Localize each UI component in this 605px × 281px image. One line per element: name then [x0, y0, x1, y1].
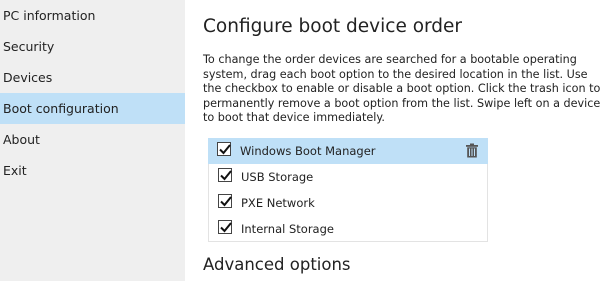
sidebar: PC information Security Devices Boot con…: [0, 0, 185, 281]
sidebar-item-devices[interactable]: Devices: [0, 62, 185, 93]
boot-option-checkbox[interactable]: [217, 142, 231, 156]
boot-option-pxe-network[interactable]: PXE Network: [208, 190, 488, 216]
sidebar-item-boot-configuration[interactable]: Boot configuration: [0, 93, 185, 124]
sidebar-item-security[interactable]: Security: [0, 31, 185, 62]
sidebar-item-pc-information[interactable]: PC information: [0, 0, 185, 31]
boot-option-label: Internal Storage: [241, 222, 334, 236]
boot-option-checkbox[interactable]: [218, 168, 232, 182]
check-icon: [220, 196, 232, 207]
boot-option-label: USB Storage: [241, 170, 314, 184]
boot-option-label: PXE Network: [241, 196, 315, 210]
trash-icon[interactable]: [465, 143, 479, 158]
check-icon: [220, 170, 232, 181]
boot-option-windows-boot-manager[interactable]: Windows Boot Manager: [208, 138, 488, 164]
check-icon: [219, 144, 231, 155]
boot-option-label: Windows Boot Manager: [240, 144, 376, 158]
main-panel: Configure boot device order To change th…: [185, 0, 605, 281]
instructions-text: To change the order devices are searched…: [203, 53, 601, 125]
boot-option-internal-storage[interactable]: Internal Storage: [208, 216, 488, 242]
check-icon: [220, 222, 232, 233]
sidebar-item-exit[interactable]: Exit: [0, 155, 185, 186]
boot-option-usb-storage[interactable]: USB Storage: [208, 164, 488, 190]
boot-option-checkbox[interactable]: [218, 220, 232, 234]
advanced-options-heading: Advanced options: [203, 255, 351, 274]
sidebar-item-about[interactable]: About: [0, 124, 185, 155]
boot-option-checkbox[interactable]: [218, 194, 232, 208]
page-title: Configure boot device order: [203, 16, 463, 37]
uefi-settings-window: PC information Security Devices Boot con…: [0, 0, 605, 281]
